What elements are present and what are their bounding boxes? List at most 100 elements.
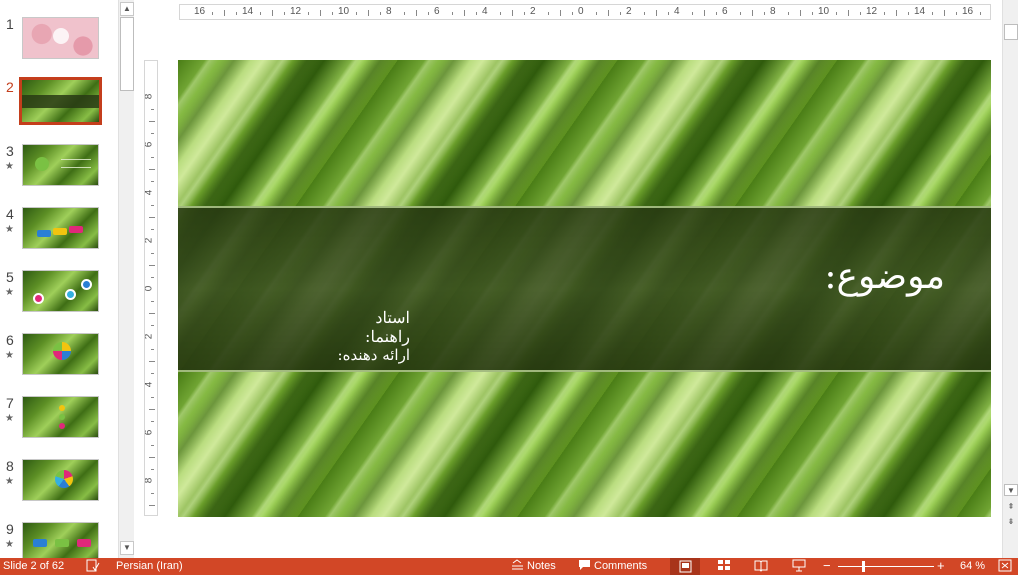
reading-view-icon[interactable]	[754, 559, 768, 575]
ruler-tick	[884, 12, 885, 15]
zoom-out-button[interactable]: −	[823, 558, 831, 573]
thumbnail-graphic	[33, 539, 47, 547]
ruler-label: 4	[482, 6, 488, 17]
zoom-in-button[interactable]: +	[937, 558, 945, 573]
ruler-tick	[151, 325, 154, 326]
thumbnail-slide-5[interactable]: 5 ★	[0, 269, 118, 332]
notes-icon[interactable]	[511, 559, 524, 575]
thumbnail-number: 5	[6, 269, 14, 285]
thumbnail-image[interactable]	[22, 270, 99, 312]
scroll-down-icon[interactable]: ▼	[1004, 484, 1018, 496]
ruler-tick	[151, 181, 154, 182]
normal-view-button[interactable]	[670, 558, 700, 575]
next-slide-icon[interactable]: ⇟	[1004, 516, 1018, 528]
thumbnail-number: 8	[6, 458, 14, 474]
thumbnail-image[interactable]	[22, 207, 99, 249]
ruler-tick	[524, 12, 525, 15]
ruler-tick	[740, 12, 741, 15]
thumbnail-graphic	[35, 157, 49, 171]
thumbnail-image[interactable]	[22, 522, 99, 558]
scroll-down-icon[interactable]: ▼	[120, 541, 134, 555]
thumbnail-slide-1[interactable]: 1	[0, 16, 118, 79]
thumbnail-graphic	[59, 405, 65, 411]
ruler-tick	[476, 12, 477, 15]
ruler-tick	[980, 12, 981, 15]
scrollbar-thumb[interactable]	[1004, 24, 1018, 40]
comments-icon[interactable]	[578, 559, 591, 575]
thumbnail-slide-7[interactable]: 7 ★	[0, 395, 118, 458]
scrollbar-thumb[interactable]	[120, 17, 134, 91]
fit-to-window-icon[interactable]	[998, 559, 1012, 575]
thumbnail-image[interactable]	[22, 396, 99, 438]
spell-check-icon[interactable]	[86, 559, 100, 575]
zoom-level[interactable]: 64 %	[960, 560, 985, 572]
thumbnail-text-line	[61, 167, 91, 168]
thumbnail-image[interactable]	[22, 459, 99, 501]
ruler-label: 16	[962, 6, 974, 17]
thumbnail-scrollbar[interactable]: ▲ ▼	[118, 0, 134, 558]
slideshow-icon[interactable]	[792, 559, 806, 575]
zoom-slider-track[interactable]	[838, 566, 934, 567]
slide-canvas[interactable]: موضوع: استاد راهنما: ارائه دهنده:	[178, 60, 991, 517]
vertical-ruler[interactable]: 8 6 4 2 0 2 4 6 8	[144, 60, 158, 516]
thumbnail-image[interactable]	[22, 17, 99, 59]
ruler-label: 2	[144, 333, 155, 340]
thumbnail-graphic	[33, 293, 44, 304]
thumbnail-graphic	[53, 342, 71, 360]
ruler-tick	[572, 12, 573, 15]
ruler-tick	[452, 12, 453, 15]
thumbnail-slide-6[interactable]: 6 ★	[0, 332, 118, 395]
ruler-tick	[368, 10, 369, 16]
ruler-tick	[151, 421, 154, 422]
ruler-tick	[149, 505, 155, 506]
ruler-label: 2	[626, 6, 632, 17]
horizontal-ruler[interactable]: 16 14 12 10 8 6 4 2 0 2 4 6 8 10 12 14 16	[179, 4, 991, 20]
zoom-slider-handle[interactable]	[862, 561, 865, 572]
notes-button[interactable]: Notes	[527, 560, 556, 572]
ruler-tick	[151, 349, 154, 350]
slide-presenter-label[interactable]: ارائه دهنده:	[328, 346, 410, 364]
ruler-tick	[149, 361, 155, 362]
slide-scrollbar[interactable]: ▼ ⇞ ⇟	[1002, 0, 1018, 558]
thumbnail-image[interactable]	[22, 144, 99, 186]
ruler-tick	[812, 12, 813, 15]
ruler-tick	[404, 12, 405, 15]
ruler-tick	[332, 12, 333, 15]
ruler-tick	[149, 169, 155, 170]
thumbnail-graphic	[81, 279, 92, 290]
ruler-label: 6	[144, 141, 155, 148]
ruler-tick	[151, 157, 154, 158]
thumbnail-image[interactable]	[22, 333, 99, 375]
thumbnail-image-selected[interactable]	[19, 77, 102, 125]
previous-slide-icon[interactable]: ⇞	[1004, 501, 1018, 513]
slide-supervisor-label[interactable]: استاد راهنما:	[328, 308, 410, 346]
thumbnail-number: 2	[6, 79, 14, 95]
ruler-tick	[151, 397, 154, 398]
language-indicator[interactable]: Persian (Iran)	[116, 560, 183, 572]
thumbnail-slide-3[interactable]: 3 ★	[0, 143, 118, 206]
thumbnail-number: 9	[6, 521, 14, 537]
ruler-tick	[956, 12, 957, 15]
thumbnail-slide-9[interactable]: 9 ★	[0, 521, 118, 558]
thumbnail-slide-4[interactable]: 4 ★	[0, 206, 118, 269]
ruler-label: 4	[144, 189, 155, 196]
slide-thumbnail-pane: 1 2 3 ★ 4 ★ 5 ★ 6 ★ 7 ★ 8 ★ 9 ★	[0, 0, 118, 558]
thumbnail-slide-8[interactable]: 8 ★	[0, 458, 118, 521]
ruler-label: 8	[386, 6, 392, 17]
slide-counter: Slide 2 of 62	[3, 560, 65, 572]
ruler-label: 0	[578, 6, 584, 17]
thumbnail-slide-2[interactable]: 2	[0, 77, 118, 142]
ruler-tick	[644, 12, 645, 15]
ruler-tick	[512, 10, 513, 16]
ruler-tick	[380, 12, 381, 15]
ruler-tick	[272, 10, 273, 16]
comments-button[interactable]: Comments	[594, 560, 647, 572]
ruler-tick	[151, 493, 154, 494]
scroll-up-icon[interactable]: ▲	[120, 2, 134, 16]
slide-title[interactable]: موضوع:	[824, 256, 945, 297]
animation-star-icon: ★	[5, 413, 14, 424]
slide-sorter-icon[interactable]	[717, 559, 731, 575]
ruler-tick	[704, 10, 705, 16]
ruler-label: 14	[242, 6, 254, 17]
thumbnail-graphic	[55, 470, 73, 488]
